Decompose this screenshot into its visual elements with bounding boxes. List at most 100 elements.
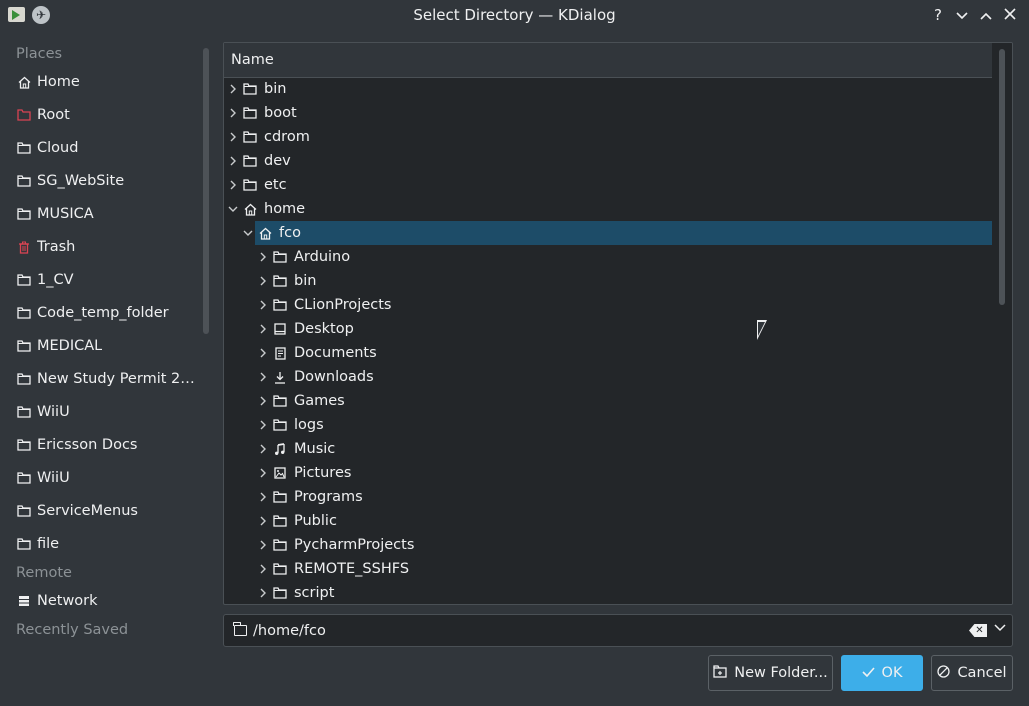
- sidebar-item-ericsson-docs[interactable]: Ericsson Docs: [16, 432, 202, 458]
- sidebar-item-label: MEDICAL: [37, 338, 103, 354]
- sidebar-item-file[interactable]: file: [16, 531, 202, 557]
- folder-icon: [242, 81, 258, 97]
- places-scrollbar[interactable]: [203, 48, 209, 334]
- chevron-down-icon[interactable]: [241, 221, 255, 245]
- chevron-right-icon[interactable]: [256, 437, 270, 461]
- chevron-right-icon[interactable]: [226, 125, 240, 149]
- tree-row[interactable]: Programs: [224, 485, 992, 509]
- chevron-right-icon[interactable]: [256, 485, 270, 509]
- cancel-button[interactable]: Cancel: [931, 655, 1013, 691]
- tree-row-label: Programs: [294, 489, 363, 505]
- tree-row[interactable]: boot: [224, 101, 992, 125]
- sidebar-item-label: MUSICA: [37, 206, 94, 222]
- tree-row-label: Games: [294, 393, 345, 409]
- sidebar-item-1-cv[interactable]: 1_CV: [16, 267, 202, 293]
- tree-row[interactable]: home: [224, 197, 992, 221]
- help-icon[interactable]: ?: [928, 4, 948, 26]
- folder-icon: [272, 393, 288, 409]
- sidebar-item-trash[interactable]: Trash: [16, 234, 202, 260]
- chevron-right-icon[interactable]: [256, 509, 270, 533]
- clear-icon[interactable]: ✕: [969, 624, 987, 637]
- tree-row-label: Pictures: [294, 465, 352, 481]
- chevron-right-icon[interactable]: [256, 461, 270, 485]
- chevron-right-icon[interactable]: [226, 77, 240, 101]
- tree-row[interactable]: Pictures: [224, 461, 992, 485]
- places-header: Places: [16, 46, 63, 62]
- tree-row[interactable]: bin: [224, 269, 992, 293]
- chevron-down-icon[interactable]: [226, 197, 240, 221]
- sidebar-item-cloud[interactable]: Cloud: [16, 135, 202, 161]
- tree-scrollbar[interactable]: [999, 49, 1005, 305]
- chevron-right-icon[interactable]: [256, 533, 270, 557]
- sidebar-item-wiiu[interactable]: WiiU: [16, 465, 202, 491]
- music-icon: [272, 441, 288, 457]
- chevron-right-icon[interactable]: [256, 293, 270, 317]
- tree-row[interactable]: Desktop: [224, 317, 992, 341]
- checkmark-icon: [861, 666, 875, 681]
- folder-icon: [272, 297, 288, 313]
- tree-row[interactable]: Documents: [224, 341, 992, 365]
- sidebar-item-servicemenus[interactable]: ServiceMenus: [16, 498, 202, 524]
- title-bar: ✈ Select Directory — KDialog ?: [0, 0, 1029, 31]
- chevron-right-icon[interactable]: [226, 101, 240, 125]
- sidebar-item-code-temp-folder[interactable]: Code_temp_folder: [16, 300, 202, 326]
- sidebar-item-label: New Study Permit 20...: [37, 371, 202, 387]
- tree-row[interactable]: bin: [224, 77, 992, 101]
- ok-button[interactable]: OK: [841, 655, 923, 691]
- folder-icon: [16, 173, 32, 189]
- sidebar-item-wiiu[interactable]: WiiU: [16, 399, 202, 425]
- chevron-right-icon[interactable]: [226, 173, 240, 197]
- chevron-right-icon[interactable]: [256, 557, 270, 581]
- tree-row[interactable]: dev: [224, 149, 992, 173]
- chevron-down-icon[interactable]: [994, 621, 1006, 635]
- tree-row[interactable]: Music: [224, 437, 992, 461]
- new-folder-icon: [713, 664, 727, 682]
- chevron-right-icon[interactable]: [226, 149, 240, 173]
- tree-row[interactable]: CLionProjects: [224, 293, 992, 317]
- maximize-icon[interactable]: [976, 4, 996, 26]
- tree-row[interactable]: logs: [224, 413, 992, 437]
- tree-row-label: script: [294, 585, 335, 601]
- new-folder-button[interactable]: New Folder...: [708, 655, 833, 691]
- minimize-icon[interactable]: [952, 4, 972, 26]
- sidebar-item-home[interactable]: Home: [16, 69, 202, 95]
- sidebar-item-network[interactable]: Network: [16, 588, 202, 614]
- chevron-right-icon[interactable]: [256, 581, 270, 604]
- name-column-header[interactable]: Name: [224, 43, 992, 78]
- chevron-right-icon[interactable]: [256, 365, 270, 389]
- sidebar-item-sg-website[interactable]: SG_WebSite: [16, 168, 202, 194]
- sidebar-item-label: Network: [37, 593, 98, 609]
- sidebar-item-label: Cloud: [37, 140, 79, 156]
- folder-icon: [272, 513, 288, 529]
- window-title: Select Directory — KDialog: [413, 6, 616, 24]
- folder-icon: [272, 273, 288, 289]
- tree-row[interactable]: etc: [224, 173, 992, 197]
- chevron-right-icon[interactable]: [256, 389, 270, 413]
- tree-row[interactable]: Games: [224, 389, 992, 413]
- tree-row[interactable]: PycharmProjects: [224, 533, 992, 557]
- sidebar-item-new-study-permit-20[interactable]: New Study Permit 20...: [16, 366, 202, 392]
- folder-icon: [272, 249, 288, 265]
- chevron-right-icon[interactable]: [256, 269, 270, 293]
- chevron-right-icon[interactable]: [256, 341, 270, 365]
- chevron-right-icon[interactable]: [256, 317, 270, 341]
- folder-icon: [16, 503, 32, 519]
- tree-row[interactable]: Public: [224, 509, 992, 533]
- tree-row[interactable]: Downloads: [224, 365, 992, 389]
- tree-row[interactable]: REMOTE_SSHFS: [224, 557, 992, 581]
- sidebar-item-root[interactable]: Root: [16, 102, 202, 128]
- tree-row[interactable]: cdrom: [224, 125, 992, 149]
- tree-row-label: boot: [264, 105, 297, 121]
- tree-row[interactable]: Arduino: [224, 245, 992, 269]
- tree-row[interactable]: script: [224, 581, 992, 604]
- chevron-right-icon[interactable]: [256, 413, 270, 437]
- close-icon[interactable]: [1000, 4, 1020, 26]
- tree-row-expander[interactable]: [241, 221, 255, 245]
- path-combobox[interactable]: ✕: [223, 614, 1013, 647]
- tree-row[interactable]: fco: [255, 221, 992, 245]
- chevron-right-icon[interactable]: [256, 245, 270, 269]
- sidebar-item-musica[interactable]: MUSICA: [16, 201, 202, 227]
- sidebar-item-label: ServiceMenus: [37, 503, 138, 519]
- sidebar-item-medical[interactable]: MEDICAL: [16, 333, 202, 359]
- path-input[interactable]: [253, 622, 953, 639]
